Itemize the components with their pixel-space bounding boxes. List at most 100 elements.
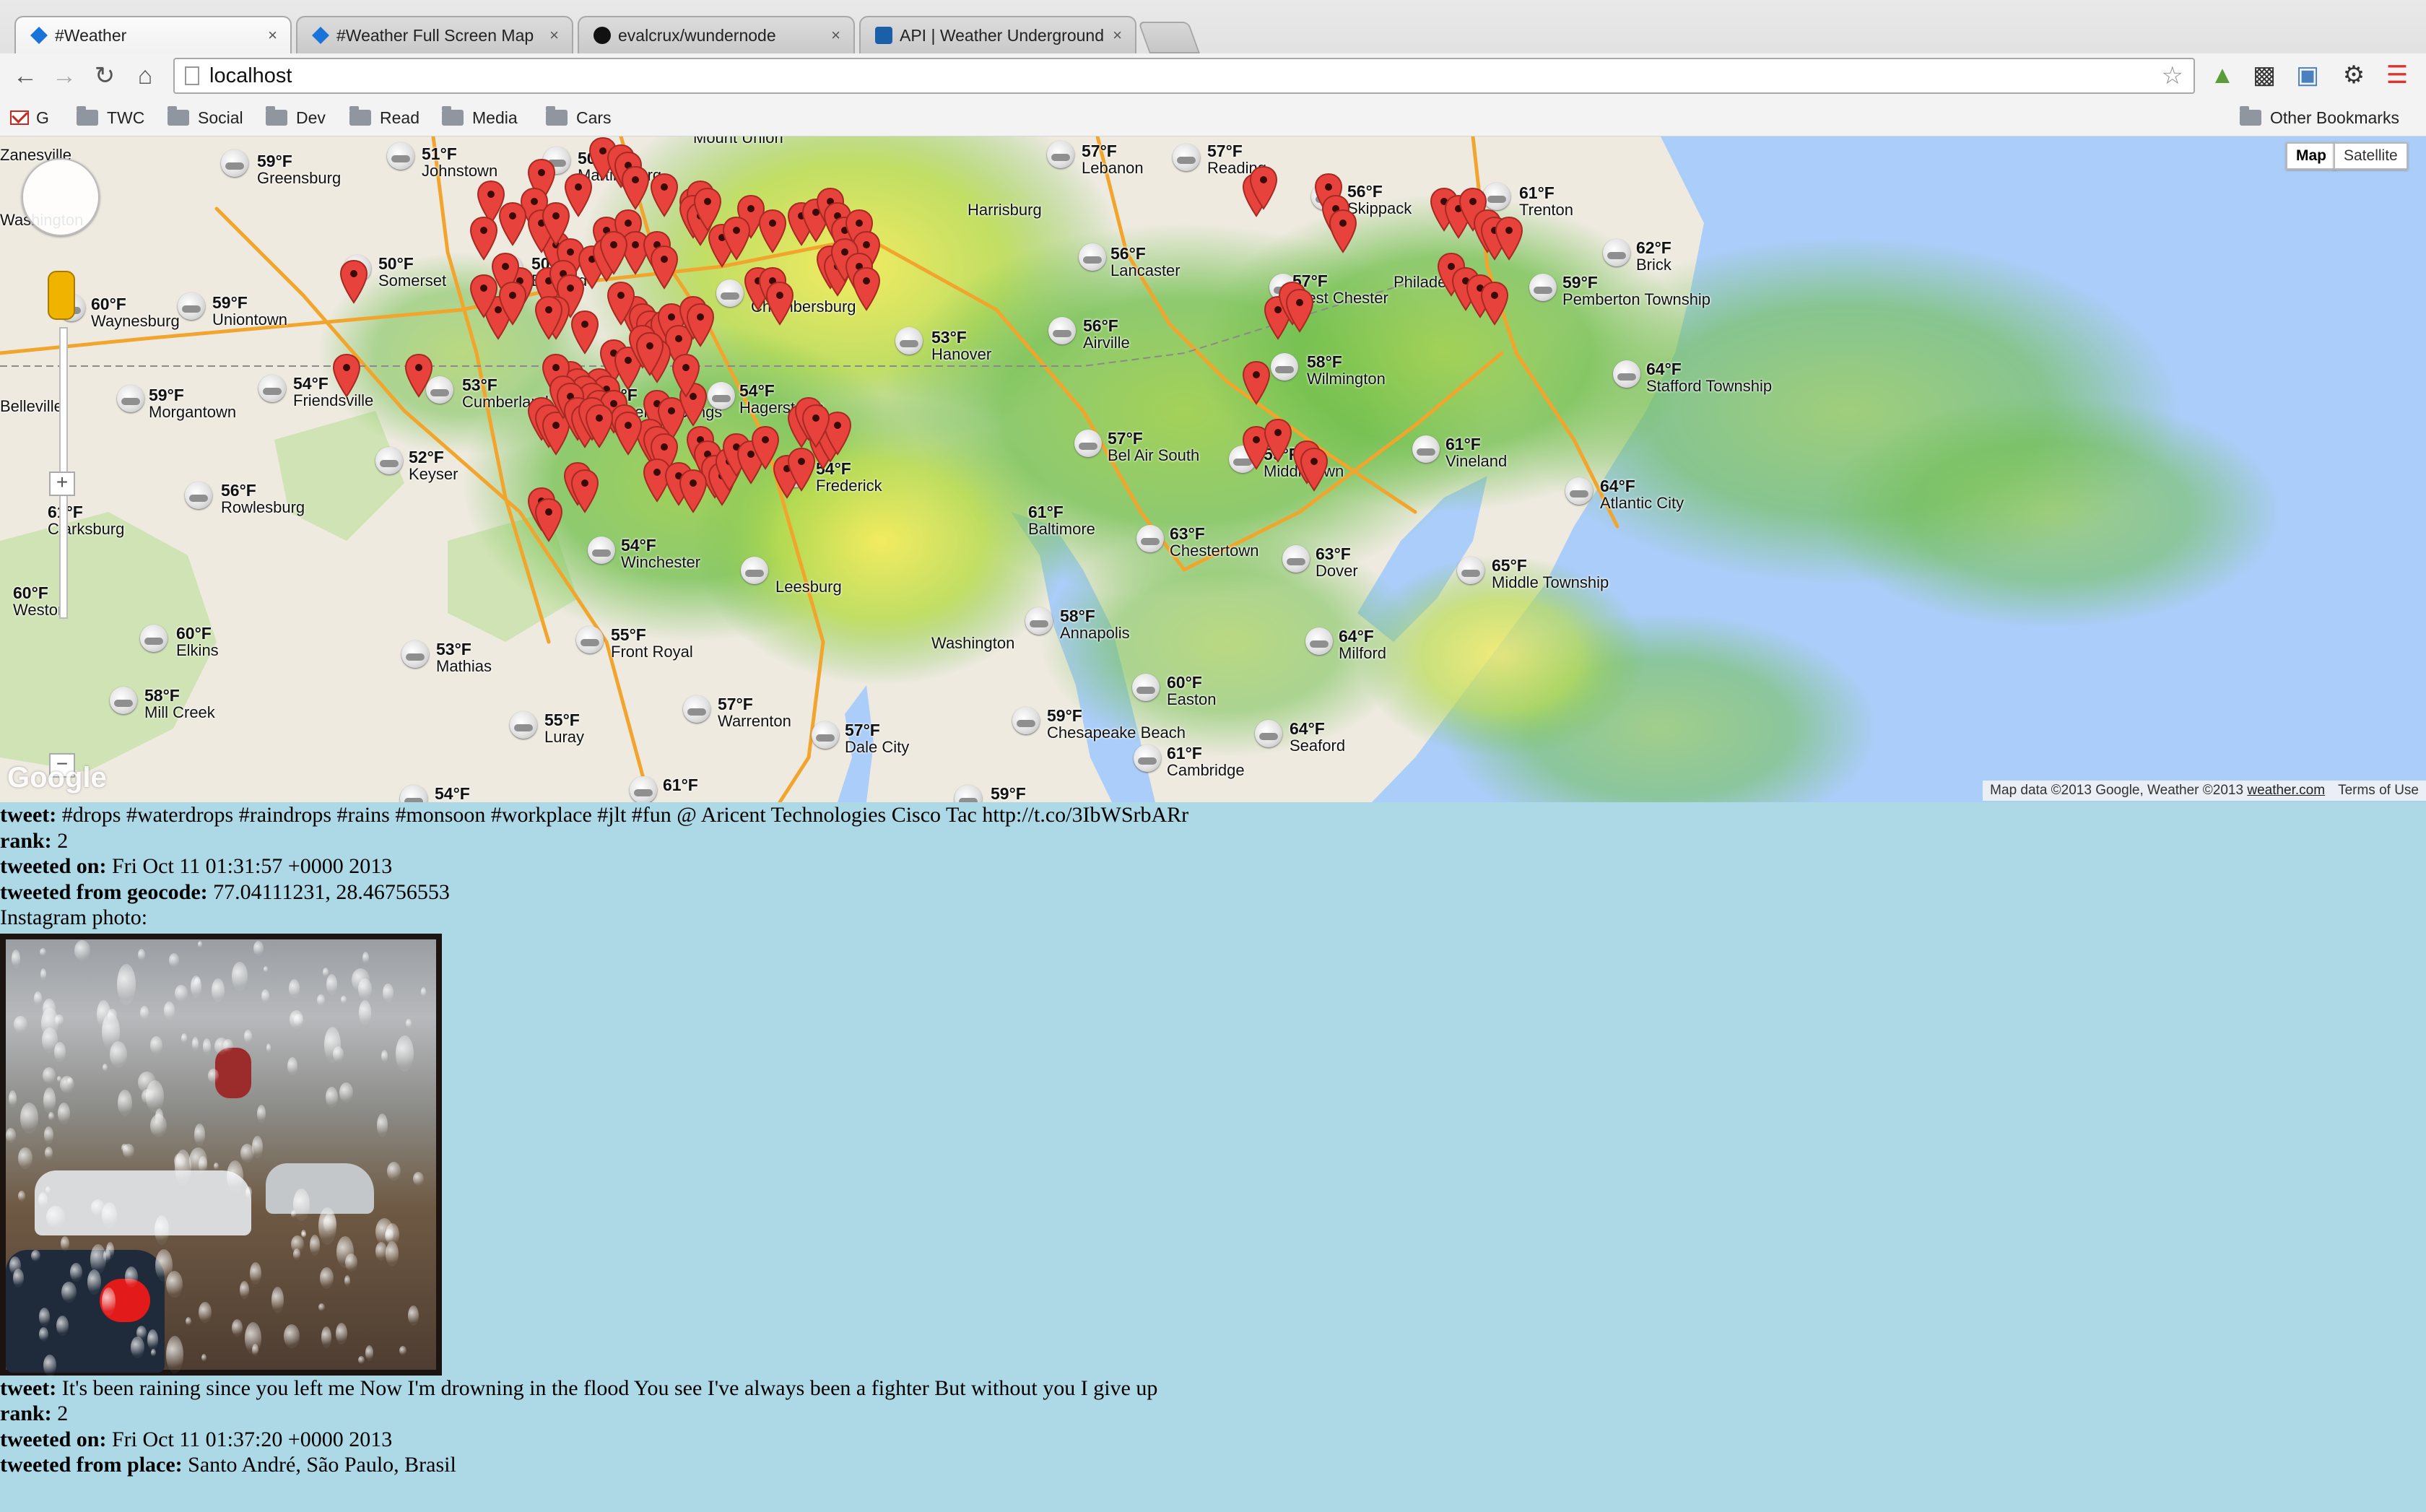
tweet-marker-pin-icon[interactable] [1264, 418, 1292, 463]
bookmark-label: TWC [107, 108, 145, 127]
tweet-marker-pin-icon[interactable] [1300, 447, 1329, 492]
tweet-marker-pin-icon[interactable] [650, 173, 679, 217]
tweet-marker-pin-icon[interactable] [1329, 209, 1357, 253]
reload-icon[interactable]: ↻ [90, 61, 120, 91]
bookmark-other-bookmarks[interactable]: Other Bookmarks [2240, 105, 2399, 130]
bookmark-folder-social[interactable]: Social [168, 105, 243, 130]
tab-close-icon[interactable]: × [831, 26, 840, 45]
tweet-marker-pin-icon[interactable] [498, 201, 527, 246]
map-type-map-button[interactable]: Map [2286, 142, 2336, 170]
incognito-extension-icon[interactable]: ▩ [2250, 61, 2279, 90]
tweet-marker-pin-icon[interactable] [1495, 216, 1523, 261]
tab-close-icon[interactable]: × [268, 26, 277, 45]
tweet-marker-pin-icon[interactable] [765, 281, 794, 326]
tab-wundernode[interactable]: evalcrux/wundernode × [578, 16, 855, 53]
rain-drop [362, 951, 369, 964]
tweet-marker-pin-icon[interactable] [498, 281, 527, 326]
weather-icon [1074, 430, 1102, 457]
rain-drop [310, 1234, 320, 1256]
tweet-marker-pin-icon[interactable] [332, 353, 361, 398]
rain-drop [396, 1035, 414, 1072]
tweet-marker-pin-icon[interactable] [614, 411, 643, 456]
tweet-marker-pin-icon[interactable] [650, 245, 679, 290]
tweet-marker-pin-icon[interactable] [534, 295, 563, 340]
photo-scene [6, 939, 436, 1376]
tweet-marker-pin-icon[interactable] [852, 266, 881, 311]
bookmark-gmail[interactable]: G [10, 105, 49, 130]
rain-drop [18, 1190, 25, 1202]
tweet-marker-pin-icon[interactable] [585, 404, 614, 448]
rain-drop [223, 1038, 233, 1052]
window-extension-icon[interactable]: ▣ [2293, 61, 2322, 90]
rain-drop [117, 963, 136, 1005]
tweet-marker-pin-icon[interactable] [542, 201, 570, 246]
tweet-marker-pin-icon[interactable] [758, 209, 787, 253]
evernote-extension-icon[interactable]: ▲ [2208, 61, 2237, 90]
pan-control[interactable] [22, 158, 100, 236]
attribution-text: Map data ©2013 Google, Weather ©2013 [1990, 783, 2244, 798]
tweet-marker-pin-icon[interactable] [1480, 281, 1509, 326]
street-view-pegman-icon[interactable] [48, 271, 75, 320]
terms-of-use-link[interactable]: Terms of Use [2338, 783, 2419, 799]
weather-map[interactable]: Zanesville 59°F Greensburg 51°F Johnstown … [0, 136, 2426, 802]
tweet-marker-pin-icon[interactable] [679, 469, 708, 513]
rain-drop [140, 1005, 149, 1020]
bookmark-folder-dev[interactable]: Dev [266, 105, 326, 130]
tweet-marker-pin-icon[interactable] [1249, 165, 1278, 210]
tweet-marker-pin-icon[interactable] [469, 216, 498, 261]
tweet-marker-pin-icon[interactable] [570, 469, 599, 513]
tweet-marker-pin-icon[interactable] [686, 303, 715, 347]
tab-close-icon[interactable]: × [549, 26, 559, 45]
bookmark-folder-media[interactable]: Media [442, 105, 518, 130]
geocode-value: 77.04111231, 28.46756553 [213, 879, 450, 904]
new-tab-button[interactable] [1137, 22, 1201, 53]
date-value: Fri Oct 11 01:31:57 +0000 2013 [111, 854, 393, 878]
tab-weather[interactable]: #Weather × [14, 16, 292, 53]
weather-icon [1047, 141, 1074, 168]
weather-icon [895, 327, 923, 355]
city-label: 61°F Trenton [1519, 183, 1574, 219]
tweet-marker-pin-icon[interactable] [621, 165, 650, 210]
city-label: 64°F Seaford [1290, 719, 1346, 755]
back-arrow-icon[interactable]: ← [10, 61, 40, 91]
tab-title: #Weather [55, 25, 127, 45]
address-bar[interactable]: localhost ☆ [173, 58, 2195, 94]
bookmarks-bar: G TWC Social Dev Read Media Cars Other B… [0, 100, 2426, 136]
tweet-marker-pin-icon[interactable] [599, 230, 628, 275]
tweet-marker-pin-icon[interactable] [606, 281, 635, 326]
map-type-satellite-button[interactable]: Satellite [2334, 142, 2408, 170]
tab-close-icon[interactable]: × [1113, 26, 1122, 45]
rain-drop [13, 1268, 24, 1287]
bookmark-folder-read[interactable]: Read [349, 105, 419, 130]
settings-gear-icon[interactable]: ⚙ [2339, 61, 2368, 90]
tweet-marker-pin-icon[interactable] [404, 353, 433, 398]
tweet-marker-pin-icon[interactable] [671, 353, 700, 398]
weather-icon [1565, 477, 1593, 505]
tab-weather-full-screen-map[interactable]: #Weather Full Screen Map × [296, 16, 573, 53]
weather-com-link[interactable]: weather.com [2247, 783, 2325, 798]
tweet-marker-pin-icon[interactable] [801, 404, 830, 448]
bookmark-folder-cars[interactable]: Cars [546, 105, 612, 130]
home-icon[interactable]: ⌂ [130, 61, 160, 91]
rain-drop [48, 1111, 54, 1121]
tweet-marker-pin-icon[interactable] [469, 274, 498, 318]
rain-drop [97, 999, 110, 1028]
forward-arrow-icon[interactable]: → [49, 61, 79, 91]
tab-wunderground-api[interactable]: API | Weather Underground × [859, 16, 1136, 53]
bookmark-star-icon[interactable]: ☆ [2162, 61, 2183, 90]
url-text[interactable]: localhost [209, 64, 2162, 88]
rain-drop [320, 1266, 334, 1289]
chrome-menu-icon[interactable]: ☰ [2383, 61, 2412, 90]
zoom-in-button[interactable]: + [49, 472, 75, 496]
instagram-photo[interactable] [0, 933, 442, 1376]
tweet-marker-pin-icon[interactable] [635, 331, 664, 376]
tweet-marker-pin-icon[interactable] [722, 216, 751, 261]
bookmark-folder-twc[interactable]: TWC [77, 105, 144, 130]
tweet-marker-pin-icon[interactable] [1285, 288, 1314, 333]
tweet-marker-pin-icon[interactable] [1242, 360, 1271, 405]
tweet-marker-pin-icon[interactable] [339, 259, 368, 304]
rain-drop [381, 1049, 388, 1063]
tweet-marker-pin-icon[interactable] [570, 310, 599, 355]
tweet-marker-pin-icon[interactable] [534, 498, 563, 542]
city-label: 59°F Pemberton Township [1562, 273, 1711, 308]
